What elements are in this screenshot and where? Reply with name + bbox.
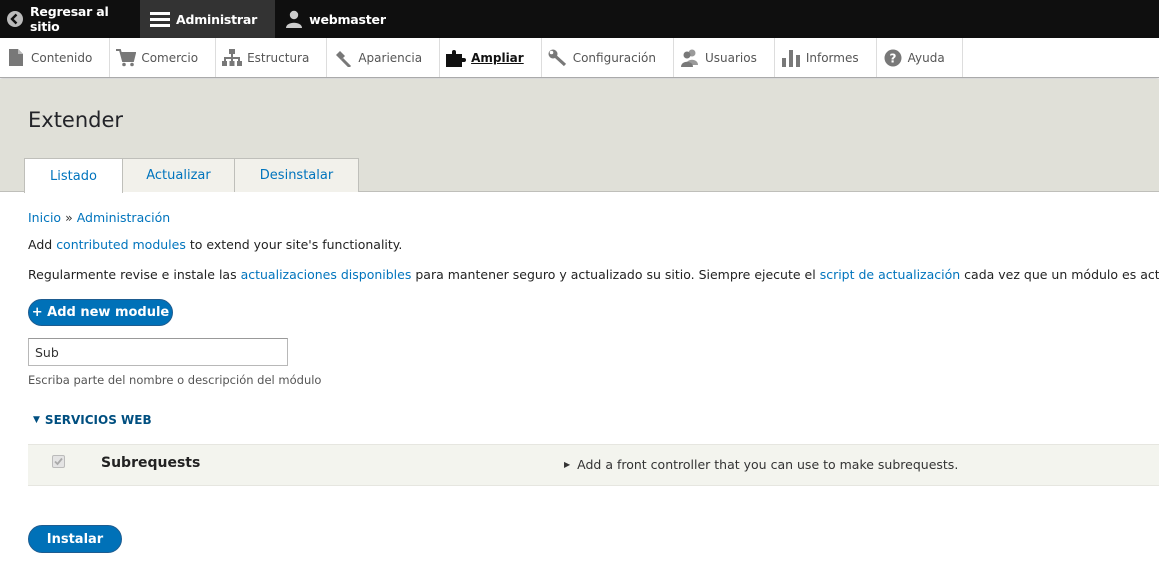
table-row: Subrequests ▶ Add a front controller tha… [28, 444, 1159, 486]
admin-menu-tray: Contenido Comercio Estructura Apariencia… [0, 38, 1159, 78]
module-description-toggle[interactable]: ▶ Add a front controller that you can us… [564, 457, 958, 472]
filter-description: Escriba parte del nombre o descripción d… [28, 373, 322, 387]
help-icon: ? [883, 49, 903, 67]
update-script-link[interactable]: script de actualización [820, 267, 961, 282]
cart-icon [116, 48, 137, 67]
menu-item-label: Contenido [31, 50, 93, 65]
menu-item-content[interactable]: Contenido [0, 38, 111, 77]
menu-item-structure[interactable]: Estructura [216, 38, 328, 77]
menu-item-label: Ayuda [907, 50, 945, 65]
triangle-right-icon: ▶ [564, 460, 571, 469]
tab-list[interactable]: Listado [24, 158, 123, 193]
primary-tabs: Listado Actualizar Desinstalar [24, 158, 359, 193]
manage-toolbar-tab[interactable]: Administrar [140, 0, 276, 38]
available-updates-link[interactable]: actualizaciones disponibles [241, 267, 412, 282]
user-label: webmaster [309, 11, 386, 27]
hamburger-icon [150, 10, 170, 28]
menu-item-appearance[interactable]: Apariencia [327, 38, 441, 77]
intro-text: Add contributed modules to extend your s… [28, 237, 402, 252]
menu-item-label: Informes [805, 50, 859, 65]
menu-item-label: Configuración [572, 50, 656, 65]
tab-update[interactable]: Actualizar [122, 158, 235, 192]
sitemap-icon [222, 48, 243, 67]
menu-item-label: Estructura [247, 50, 310, 65]
back-to-site-label: Regresar al sitio [30, 4, 109, 34]
module-filter-input[interactable] [28, 338, 288, 366]
menu-item-configuration[interactable]: Configuración [542, 38, 674, 77]
menu-item-extend[interactable]: Ampliar [440, 38, 542, 77]
updates-text: Regularmente revise e instale las actual… [28, 267, 1159, 282]
menu-item-commerce[interactable]: Comercio [110, 38, 217, 77]
admin-toolbar: Regresar al sitio Administrar webmaster [0, 0, 1159, 38]
puzzle-icon [446, 49, 467, 67]
user-icon [285, 10, 303, 28]
people-icon [680, 49, 700, 67]
menu-item-people[interactable]: Usuarios [674, 38, 775, 77]
menu-item-label: Comercio [141, 50, 199, 65]
page-title: Extender [28, 108, 124, 132]
menu-item-reports[interactable]: Informes [775, 38, 877, 77]
package-title: SERVICIOS WEB [44, 413, 152, 427]
updates-middle: para mantener seguro y actualizado su si… [411, 267, 820, 282]
menu-item-label: Ampliar [471, 50, 524, 65]
install-button[interactable]: Instalar [28, 525, 122, 553]
breadcrumb-home-link[interactable]: Inicio [28, 210, 61, 225]
back-to-site-link[interactable]: Regresar al sitio [0, 0, 140, 38]
user-toolbar-tab[interactable]: webmaster [275, 0, 396, 38]
file-icon [6, 49, 26, 66]
paintbrush-icon [333, 49, 353, 67]
triangle-down-icon: ▼ [33, 415, 40, 425]
back-arrow-icon [6, 10, 24, 28]
updates-suffix: cada vez que un módulo es act [960, 267, 1159, 282]
wrench-icon [548, 49, 568, 67]
module-checkbox[interactable] [52, 455, 65, 468]
module-description: Add a front controller that you can use … [577, 457, 959, 472]
breadcrumb: Inicio » Administración [28, 210, 170, 225]
breadcrumb-separator: » [65, 210, 73, 225]
contributed-modules-link[interactable]: contributed modules [56, 237, 186, 252]
updates-prefix: Regularmente revise e instale las [28, 267, 241, 282]
module-name[interactable]: Subrequests [101, 455, 200, 471]
menu-item-label: Usuarios [704, 50, 757, 65]
intro-suffix: to extend your site's functionality. [185, 237, 403, 252]
tab-uninstall[interactable]: Desinstalar [234, 158, 359, 192]
add-new-module-button[interactable]: + Add new module [28, 299, 173, 326]
intro-prefix: Add [28, 237, 57, 252]
menu-item-label: Apariencia [358, 50, 423, 65]
manage-label: Administrar [176, 11, 258, 27]
bar-chart-icon [781, 49, 801, 67]
svg-text:?: ? [889, 51, 896, 65]
page-header: Extender Listado Actualizar Desinstalar [0, 79, 1159, 193]
breadcrumb-admin-link[interactable]: Administración [77, 210, 170, 225]
menu-item-help[interactable]: ? Ayuda [877, 38, 963, 77]
package-toggle[interactable]: ▼ SERVICIOS WEB [33, 413, 152, 427]
checkmark-icon [54, 457, 63, 466]
